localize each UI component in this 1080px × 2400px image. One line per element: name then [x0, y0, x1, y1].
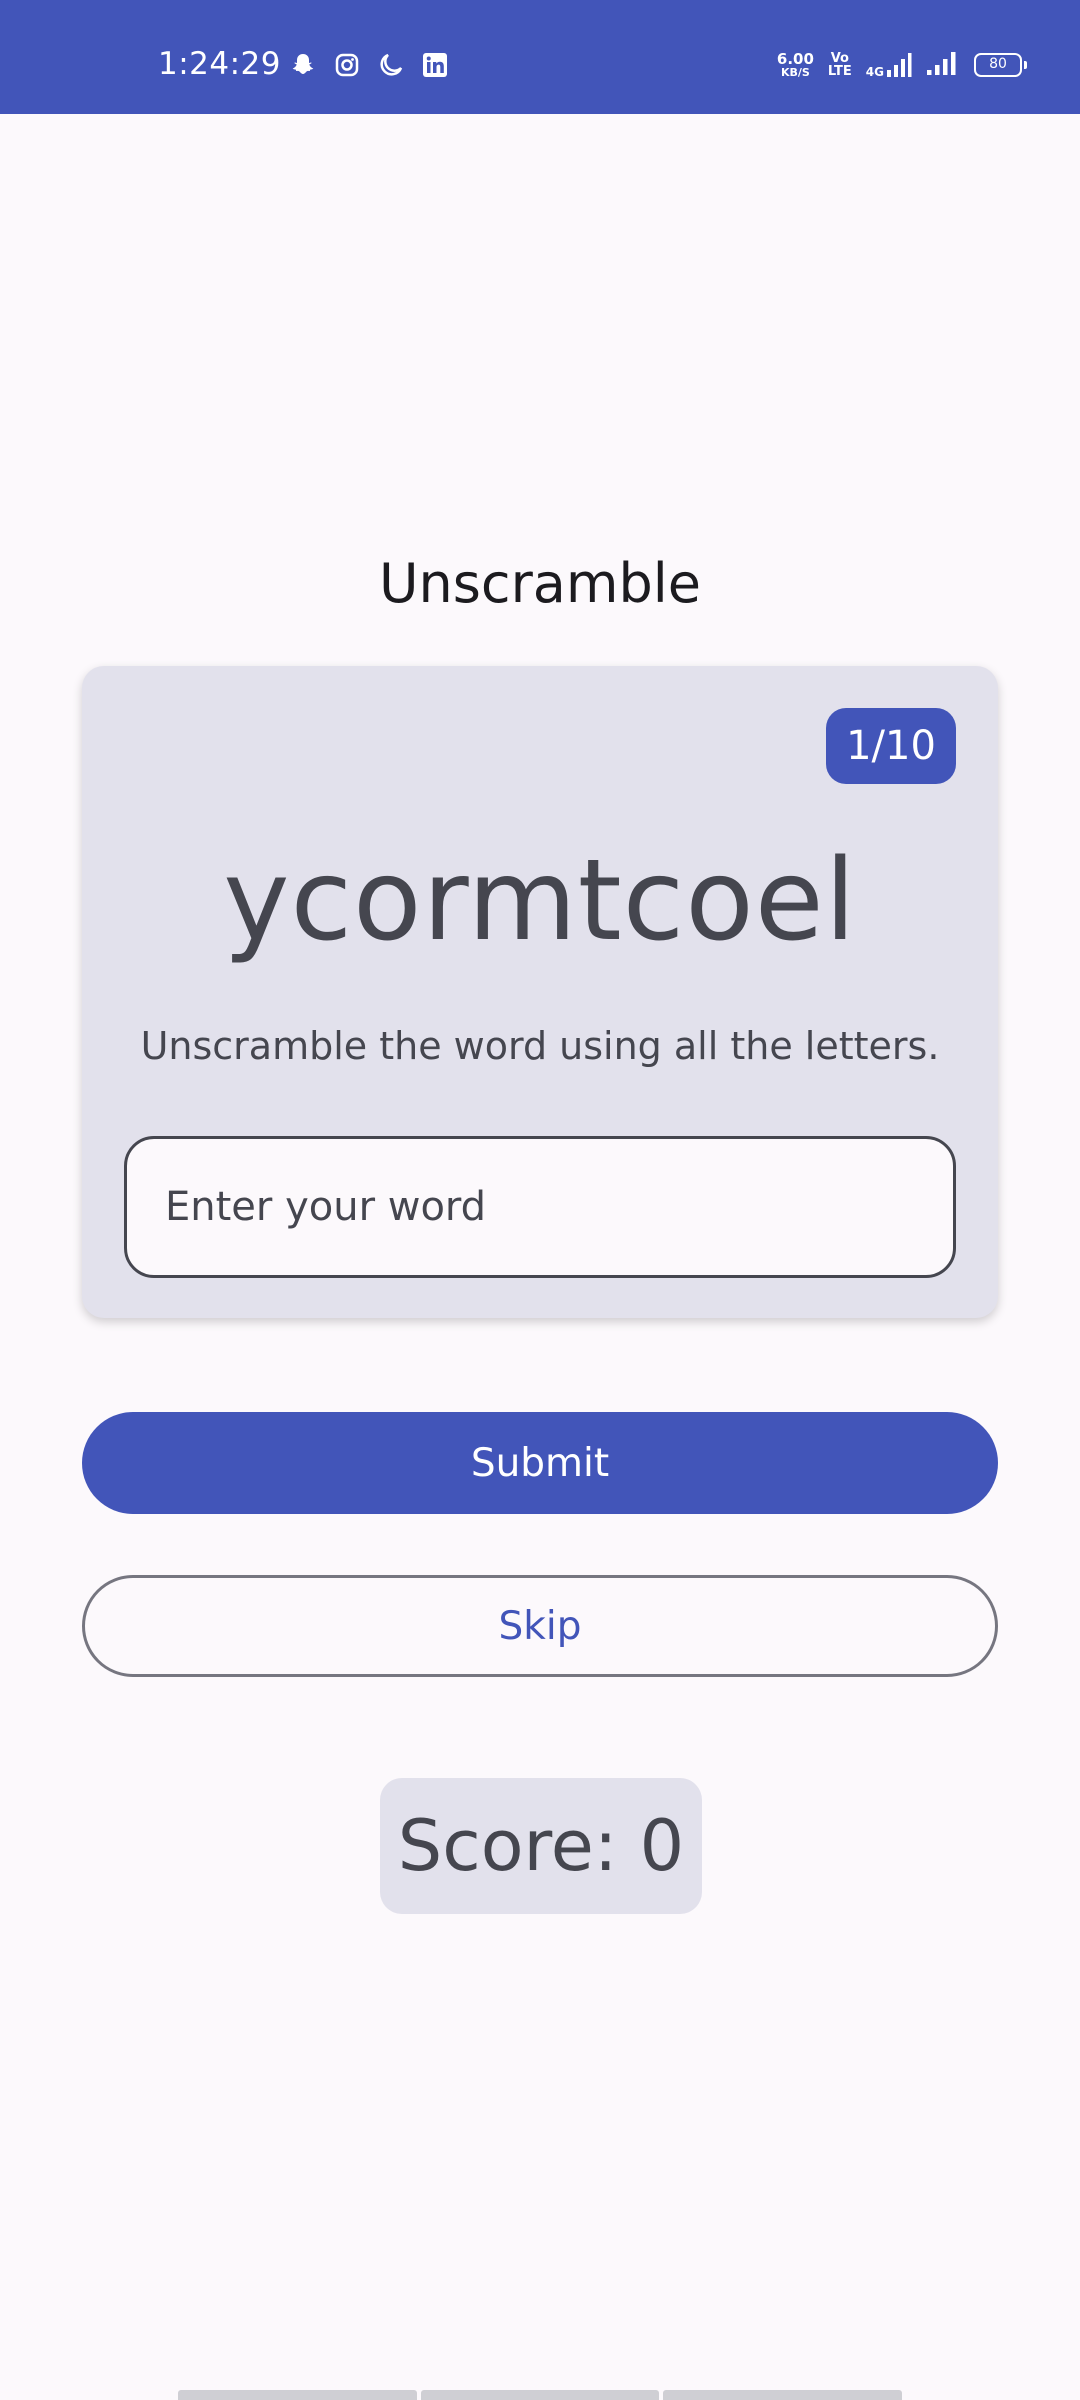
navigation-handle[interactable]	[178, 2390, 903, 2400]
instructions-text: Unscramble the word using all the letter…	[140, 1024, 940, 1068]
nav-segment	[178, 2390, 417, 2400]
score-display: Score: 0	[380, 1778, 702, 1914]
nav-segment	[663, 2390, 903, 2400]
linkedin-icon	[420, 50, 450, 80]
instagram-icon	[332, 50, 362, 80]
notification-icons	[288, 50, 450, 80]
submit-button[interactable]: Submit	[82, 1412, 998, 1514]
game-card: 1/10 ycormtcoel Unscramble the word usin…	[82, 666, 998, 1318]
page-title: Unscramble	[379, 552, 701, 615]
signal-icon	[926, 50, 960, 80]
word-counter-badge: 1/10	[826, 708, 956, 784]
moon-icon	[376, 50, 406, 80]
battery-icon: 80	[974, 53, 1027, 77]
signal-4g-icon: 4G	[866, 52, 912, 78]
snapchat-icon	[288, 50, 318, 80]
word-input[interactable]	[124, 1136, 956, 1278]
nav-segment	[420, 2390, 660, 2400]
status-time: 1:24:29	[158, 46, 282, 82]
scrambled-word: ycormtcoel	[223, 836, 857, 966]
volte-icon: Vo LTE	[827, 51, 852, 79]
status-bar: 1:24:29 6.00 KB/S Vo LTE 4G 80	[0, 0, 1080, 114]
system-icons: 6.00 KB/S Vo LTE 4G 80	[776, 49, 1027, 80]
skip-button[interactable]: Skip	[82, 1575, 998, 1677]
network-speed: 6.00 KB/S	[776, 49, 814, 79]
